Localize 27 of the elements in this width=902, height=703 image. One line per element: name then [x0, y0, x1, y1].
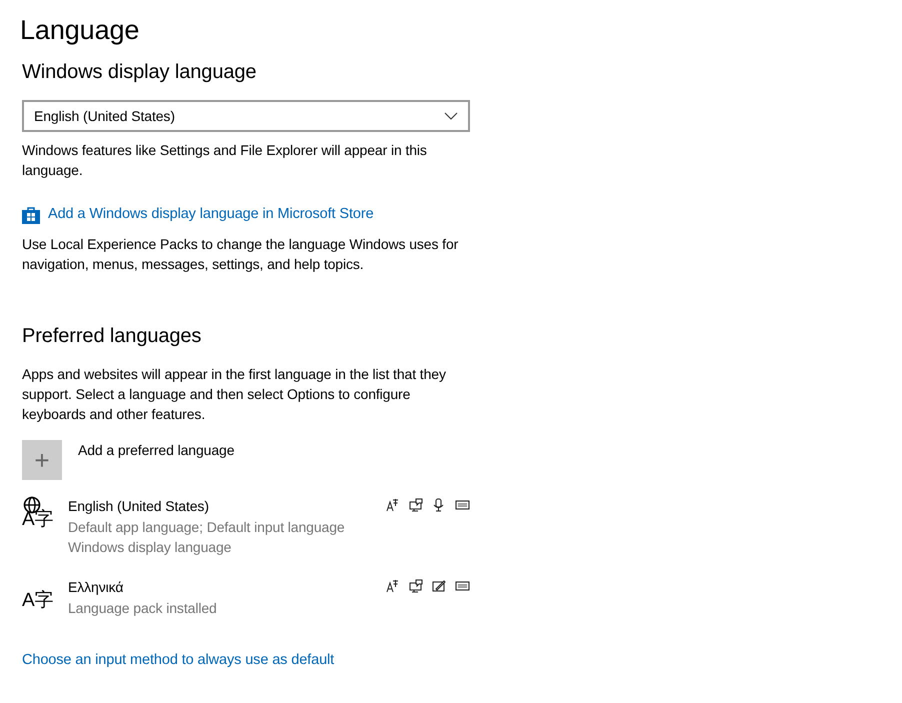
language-detail: Language pack installed [68, 599, 217, 618]
language-detail: Default app language; Default input language [68, 518, 345, 538]
section-heading: Preferred languages [22, 324, 202, 348]
store-bag-icon [22, 206, 40, 224]
language-pack-icon [386, 498, 401, 512]
language-dropdown[interactable]: English (United States) [22, 100, 470, 132]
add-button[interactable]: + [22, 440, 62, 480]
chevron-down-icon [444, 112, 458, 120]
language-name[interactable]: English (United States) [68, 496, 345, 518]
page-title: Language [20, 14, 140, 46]
pen-box-icon [432, 579, 447, 594]
language-pack-icon [386, 579, 401, 594]
add-language-label[interactable]: Add a preferred language [78, 440, 234, 480]
language-name[interactable]: Ελληνικά [68, 577, 217, 598]
input-method-link[interactable]: Choose an input method to always use as default [22, 650, 334, 672]
language-glyph: A字 [22, 590, 54, 612]
language-detail: Windows display language [68, 538, 232, 558]
keyboard-icon [455, 498, 470, 512]
monitor-speech-icon [409, 579, 424, 594]
monitor-speech-icon [409, 498, 424, 512]
description: Apps and websites will appear in the first language in the list that they support. Select a language and then select Options to configure keyboards and other features. [22, 365, 447, 424]
description: Windows features like Settings and File Explorer will appear in this language. [22, 141, 428, 180]
language-glyph: A字 [22, 509, 54, 530]
section-heading: Windows display language [22, 60, 258, 84]
keyboard-icon [455, 579, 470, 594]
description: Use Local Experience Packs to change the language Windows uses for navigation, menus, messages, settings, and help topics. [22, 235, 460, 274]
store-link[interactable]: Add a Windows display language in Microsoft Store [48, 204, 374, 226]
